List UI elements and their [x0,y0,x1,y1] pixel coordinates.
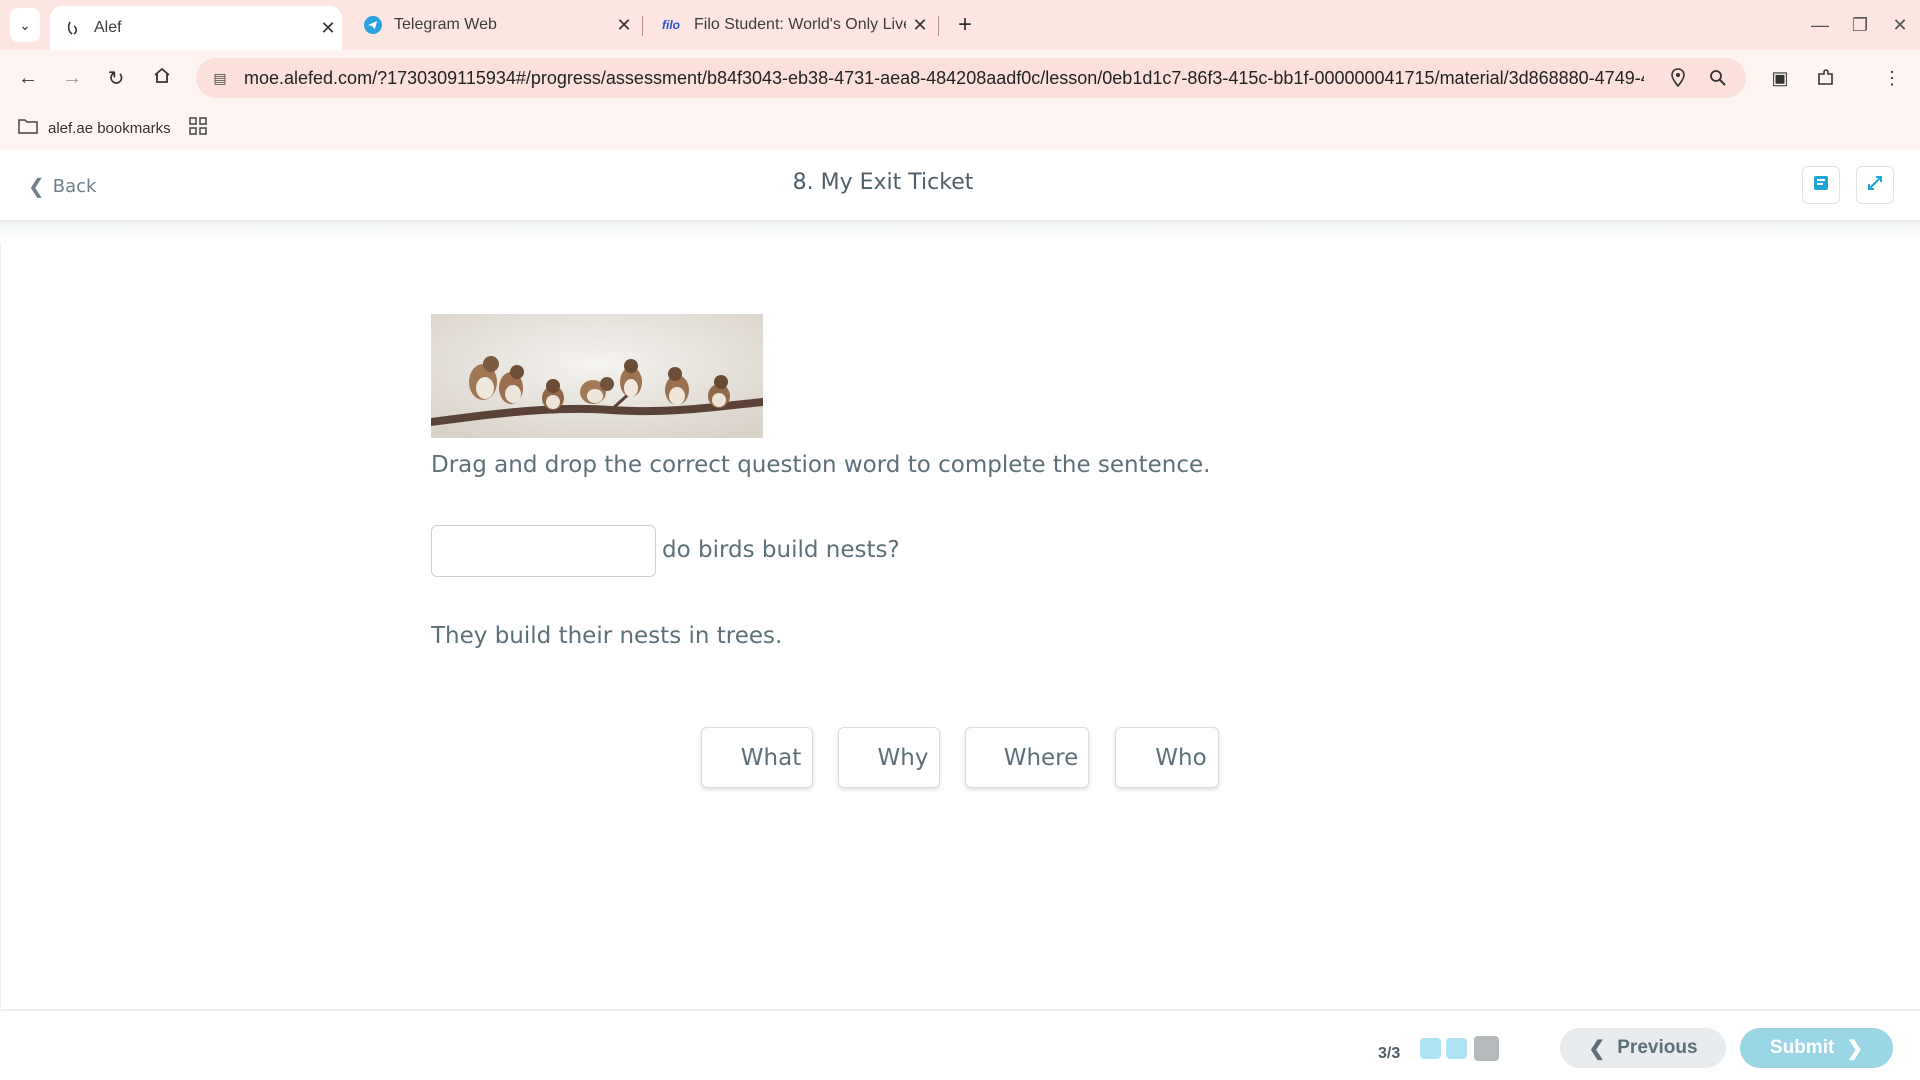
chevron-right-icon: ❯ [1846,1037,1864,1060]
answer-drop-zone[interactable] [431,525,656,577]
glossary-button[interactable] [1802,166,1840,204]
choice-why[interactable]: Why [838,727,940,788]
submit-label: Submit [1769,1037,1835,1058]
browser-toolbar: ← → ↻ ▤ moe.alefed.com/?1730309115934#/p… [0,50,1920,106]
close-window-button[interactable]: ✕ [1880,10,1920,40]
tab-strip: ⌄ Alef ✕ Telegram Web ✕ filo Filo Studen… [0,0,1920,50]
minimize-icon: — [1811,15,1829,35]
choice-label: Where [1003,744,1079,771]
choice-label: What [740,744,802,771]
arrow-left-icon: ← [18,66,38,89]
page-title: 8. My Exit Ticket [792,170,974,195]
arrow-right-icon: → [62,66,82,89]
minimize-button[interactable]: — [1800,10,1840,40]
progress-counter: 3/3 [1378,1045,1401,1062]
apps-grid-icon [188,117,207,139]
book-icon [1812,174,1830,197]
zoom-icon[interactable] [1700,60,1736,96]
close-icon[interactable]: ✕ [906,15,934,36]
header-shadow [0,222,1920,244]
address-bar[interactable]: ▤ moe.alefed.com/?1730309115934#/progres… [196,58,1746,98]
choice-where[interactable]: Where [965,727,1089,788]
assessment-footer: 3/3 ❮ Previous Submit ❯ [0,1009,1920,1080]
plus-icon: + [957,11,972,38]
choice-who[interactable]: Who [1115,727,1219,788]
tab-telegram[interactable]: Telegram Web ✕ [350,0,638,50]
close-icon[interactable]: ✕ [610,15,638,36]
filo-icon: filo [662,18,680,32]
tab-title: Alef [94,19,122,36]
reload-icon: ↻ [107,67,125,90]
question-sentence: do birds build nests? [662,537,900,563]
close-icon[interactable]: ✕ [314,18,342,39]
tab-alef[interactable]: Alef ✕ [50,6,342,50]
birds-image [431,314,763,438]
bookmark-folder[interactable]: alef.ae bookmarks [18,118,171,139]
apps-button[interactable] [188,117,207,139]
answer-sentence: They build their nests in trees. [431,623,783,649]
choice-label: Who [1155,744,1207,771]
tab-title: Telegram Web [394,16,497,33]
telegram-icon [364,16,382,34]
home-button[interactable] [144,60,180,96]
tab-title: Filo Student: World's Only Live I [694,16,906,33]
back-nav-button[interactable]: ← [10,60,46,96]
choice-label: Why [877,744,929,771]
alef-icon [64,19,82,37]
site-info-icon[interactable]: ▤ [210,68,230,88]
previous-label: Previous [1617,1037,1698,1058]
folder-icon [18,118,38,139]
question-instruction: Drag and drop the correct question word … [431,452,1211,478]
submit-button[interactable]: Submit ❯ [1740,1028,1893,1068]
bookmark-folder-label: alef.ae bookmarks [48,119,171,137]
tab-filo[interactable]: filo Filo Student: World's Only Live I ✕ [646,0,934,50]
restore-icon: ❐ [1851,15,1869,35]
fullscreen-button[interactable] [1856,166,1894,204]
extensions-icon[interactable] [1808,60,1844,96]
choice-what[interactable]: What [701,727,813,788]
bookmarks-bar: alef.ae bookmarks [0,106,1920,150]
reload-button[interactable]: ↻ [98,60,134,96]
chevron-down-icon: ⌄ [19,16,31,33]
kebab-menu-icon[interactable]: ⋮ [1874,60,1910,96]
url-text: moe.alefed.com/?1730309115934#/progress/… [244,67,1644,88]
restore-button[interactable]: ❐ [1840,10,1880,40]
home-icon [153,66,171,90]
progress-dot-2[interactable] [1446,1038,1467,1059]
tab-divider [938,16,939,36]
tab-divider [642,16,643,36]
previous-button[interactable]: ❮ Previous [1560,1028,1726,1068]
new-tab-button[interactable]: + [950,10,980,40]
question-area [0,244,1920,1009]
chevron-left-icon: ❮ [1588,1037,1606,1060]
close-icon: ✕ [1892,15,1908,35]
expand-icon [1866,174,1884,197]
app-header: ❮ Back 8. My Exit Ticket [0,150,1920,222]
progress-dot-3[interactable] [1474,1036,1499,1061]
location-icon[interactable] [1660,60,1696,96]
tab-search-button[interactable]: ⌄ [10,8,40,42]
cast-icon[interactable]: ▣ [1762,60,1798,96]
progress-dot-1[interactable] [1420,1038,1441,1059]
forward-nav-button[interactable]: → [54,60,90,96]
